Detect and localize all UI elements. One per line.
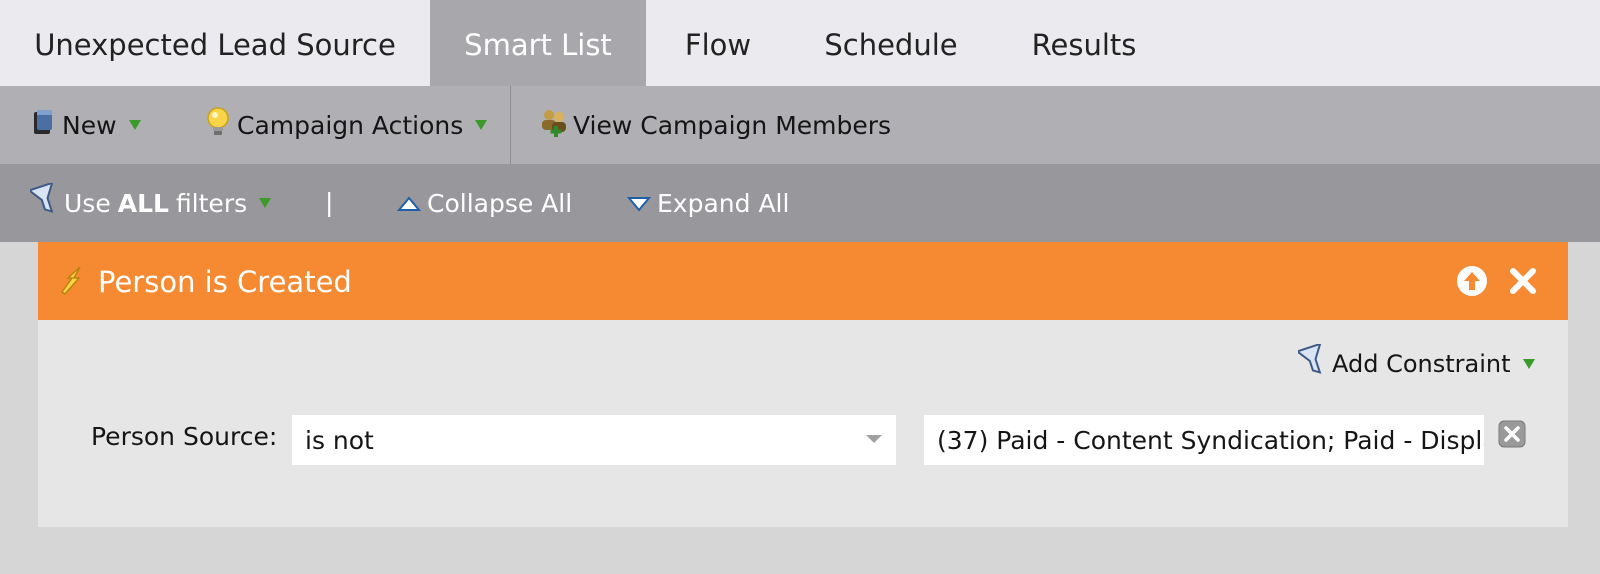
expand-all-button[interactable]: Expand All (626, 164, 790, 242)
filter-header: Person is Created (38, 242, 1568, 320)
operator-value: is not (305, 426, 374, 455)
toolbar-separator: | (325, 188, 334, 217)
arrow-up-circle-icon (1457, 266, 1487, 296)
expand-all-label: Expand All (657, 188, 790, 218)
new-document-icon (32, 108, 54, 142)
tab-campaign-name[interactable]: Unexpected Lead Source (0, 0, 430, 86)
tab-smart-list[interactable]: Smart List (430, 0, 646, 86)
members-icon (538, 106, 570, 144)
lightning-trigger-icon (58, 264, 88, 300)
campaign-actions-label: Campaign Actions (237, 110, 464, 140)
triangle-down-icon (626, 189, 652, 218)
collapse-all-button[interactable]: Collapse All (396, 164, 573, 242)
filter-toolbar: Use ALL filters | Collapse All Expand Al… (0, 164, 1600, 242)
constraint-value-text: (37) Paid - Content Syndication; Paid - … (937, 426, 1484, 455)
filter-logic-button[interactable]: Use ALL filters (27, 164, 272, 242)
action-toolbar: New Campaign Actions View Campaign Membe… (0, 86, 1600, 164)
chevron-down-icon (1522, 359, 1535, 369)
add-constraint-label: Add Constraint (1332, 350, 1511, 378)
filter-logic-suffix: filters (175, 188, 248, 218)
collapse-all-label: Collapse All (427, 188, 573, 218)
view-campaign-members-label: View Campaign Members (573, 110, 892, 140)
close-box-icon (1498, 420, 1526, 448)
new-button-label: New (62, 110, 117, 140)
tab-bar: Unexpected Lead Source Smart List Flow S… (0, 0, 1600, 86)
constraint-value-field[interactable]: (37) Paid - Content Syndication; Paid - … (924, 415, 1484, 465)
chevron-down-icon (259, 198, 272, 208)
tab-flow[interactable]: Flow (646, 0, 790, 86)
tab-schedule[interactable]: Schedule (790, 0, 992, 86)
chevron-down-icon (475, 120, 488, 130)
filter-logic-bold: ALL (117, 188, 169, 218)
funnel-icon (1295, 342, 1328, 384)
new-button[interactable]: New (32, 86, 141, 164)
filter-title: Person is Created (98, 265, 352, 299)
funnel-icon (27, 181, 60, 223)
view-campaign-members-button[interactable]: View Campaign Members (538, 86, 891, 164)
chevron-down-icon (128, 120, 141, 130)
clear-value-button[interactable] (1498, 420, 1526, 448)
caret-down-icon (866, 435, 882, 443)
campaign-actions-button[interactable]: Campaign Actions (205, 86, 488, 164)
remove-filter-button[interactable] (1507, 265, 1539, 297)
triangle-up-icon (396, 189, 422, 218)
lightbulb-icon (205, 106, 231, 144)
operator-select[interactable]: is not (292, 415, 896, 465)
add-constraint-button[interactable]: Add Constraint (1295, 342, 1535, 386)
constraint-label: Person Source: (91, 422, 278, 451)
filter-panel: Person is Created Add Constraint Person … (38, 242, 1568, 527)
tab-results[interactable]: Results (992, 0, 1176, 86)
close-icon (1510, 268, 1536, 294)
toolbar-divider (510, 86, 511, 164)
move-up-button[interactable] (1456, 265, 1488, 297)
filter-logic-prefix: Use (64, 188, 111, 218)
